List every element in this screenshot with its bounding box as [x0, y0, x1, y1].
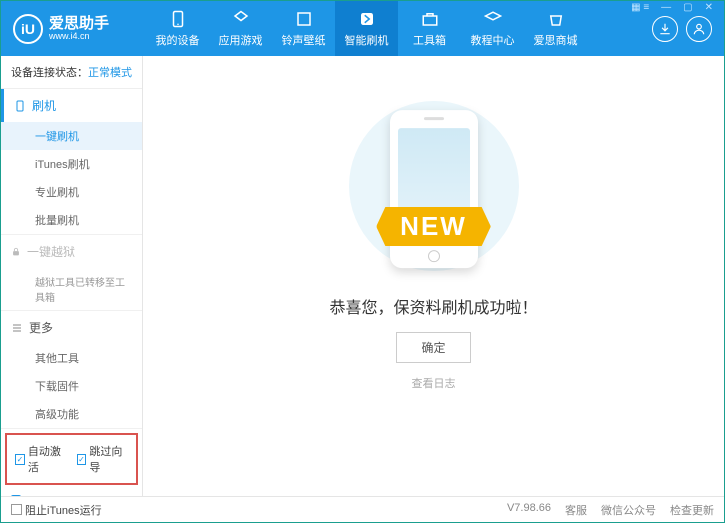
checkbox-icon	[11, 504, 22, 515]
user-icon	[692, 22, 706, 36]
sidebar-header-label: 刷机	[32, 97, 56, 114]
nav-label: 我的设备	[156, 32, 200, 48]
service-link[interactable]: 客服	[565, 502, 587, 518]
menu-icon[interactable]: ▦ ≡	[627, 0, 653, 15]
sidebar-jailbreak-header[interactable]: 一键越狱	[1, 235, 142, 268]
more-icon	[11, 322, 23, 334]
flash-icon	[358, 10, 376, 28]
footer-bar: 阻止iTunes运行 V7.98.66 客服 微信公众号 检查更新	[1, 496, 724, 522]
checkbox-highlight-box: ✓ 自动激活 ✓ 跳过向导	[5, 433, 138, 485]
nav-toolbox[interactable]: 工具箱	[398, 1, 461, 56]
check-update-link[interactable]: 检查更新	[670, 502, 714, 518]
checkbox-icon: ✓	[15, 454, 25, 465]
wechat-link[interactable]: 微信公众号	[601, 502, 656, 518]
sidebar-more-header[interactable]: 更多	[1, 311, 142, 344]
sidebar-header-label: 更多	[29, 319, 53, 336]
apps-icon	[232, 10, 250, 28]
view-log-link[interactable]: 查看日志	[412, 375, 456, 391]
toolbox-icon	[421, 10, 439, 28]
sidebar-flash-header[interactable]: 刷机	[1, 89, 142, 122]
close-icon[interactable]: ✕	[701, 0, 717, 15]
wallpaper-icon	[295, 10, 313, 28]
download-icon	[658, 22, 672, 36]
checkbox-skip-guide[interactable]: ✓ 跳过向导	[77, 443, 129, 475]
lock-icon	[11, 247, 21, 257]
nav-label: 铃声壁纸	[282, 32, 326, 48]
phone-icon	[169, 10, 187, 28]
header-bar: iU 爱思助手 www.i4.cn 我的设备 应用游戏 铃声壁纸 智能刷机	[1, 1, 724, 56]
sidebar-item-download-firmware[interactable]: 下载固件	[1, 372, 142, 400]
sidebar-item-batch-flash[interactable]: 批量刷机	[1, 206, 142, 234]
sidebar-item-advanced[interactable]: 高级功能	[1, 400, 142, 428]
version-label: V7.98.66	[507, 502, 551, 518]
main-content: NEW 恭喜您，保资料刷机成功啦！ 确定 查看日志	[143, 56, 724, 496]
mall-icon	[547, 10, 565, 28]
minimize-icon[interactable]: —	[657, 0, 675, 15]
status-value: 正常模式	[88, 67, 132, 79]
nav-label: 智能刷机	[345, 32, 389, 48]
nav-label: 工具箱	[413, 32, 446, 48]
logo: iU 爱思助手 www.i4.cn	[13, 14, 146, 44]
new-banner: NEW	[376, 207, 491, 246]
top-nav: 我的设备 应用游戏 铃声壁纸 智能刷机 工具箱 教程中心	[146, 1, 652, 56]
logo-icon: iU	[13, 14, 43, 44]
nav-label: 教程中心	[471, 32, 515, 48]
nav-my-device[interactable]: 我的设备	[146, 1, 209, 56]
sidebar-item-other-tools[interactable]: 其他工具	[1, 344, 142, 372]
sidebar-item-pro-flash[interactable]: 专业刷机	[1, 178, 142, 206]
checkbox-icon: ✓	[77, 454, 87, 465]
jailbreak-note: 越狱工具已转移至工具箱	[1, 268, 142, 310]
checkbox-auto-activate[interactable]: ✓ 自动激活	[15, 443, 67, 475]
success-illustration: NEW	[334, 96, 534, 276]
device-info: iPhone 12 mini 64GB Down-12mini-13,1	[1, 489, 142, 496]
download-button[interactable]	[652, 16, 678, 42]
confirm-button[interactable]: 确定	[396, 332, 470, 363]
sidebar: 设备连接状态：正常模式 刷机 一键刷机 iTunes刷机 专业刷机 批量刷机 一…	[1, 56, 143, 496]
sidebar-header-label: 一键越狱	[27, 243, 75, 260]
sidebar-item-itunes-flash[interactable]: iTunes刷机	[1, 150, 142, 178]
nav-flash[interactable]: 智能刷机	[335, 1, 398, 56]
phone-icon	[14, 100, 26, 112]
nav-label: 爱思商城	[534, 32, 578, 48]
nav-apps[interactable]: 应用游戏	[209, 1, 272, 56]
device-status: 设备连接状态：正常模式	[1, 56, 142, 89]
success-message: 恭喜您，保资料刷机成功啦！	[329, 294, 537, 318]
nav-label: 应用游戏	[219, 32, 263, 48]
checkbox-block-itunes[interactable]: 阻止iTunes运行	[11, 502, 102, 518]
tutorial-icon	[484, 10, 502, 28]
nav-ringtones[interactable]: 铃声壁纸	[272, 1, 335, 56]
sidebar-item-oneclick-flash[interactable]: 一键刷机	[1, 122, 142, 150]
app-title: 爱思助手	[49, 16, 109, 31]
nav-mall[interactable]: 爱思商城	[524, 1, 587, 56]
nav-tutorials[interactable]: 教程中心	[461, 1, 524, 56]
app-url: www.i4.cn	[49, 31, 109, 42]
user-button[interactable]	[686, 16, 712, 42]
maximize-icon[interactable]: ▢	[679, 0, 696, 15]
